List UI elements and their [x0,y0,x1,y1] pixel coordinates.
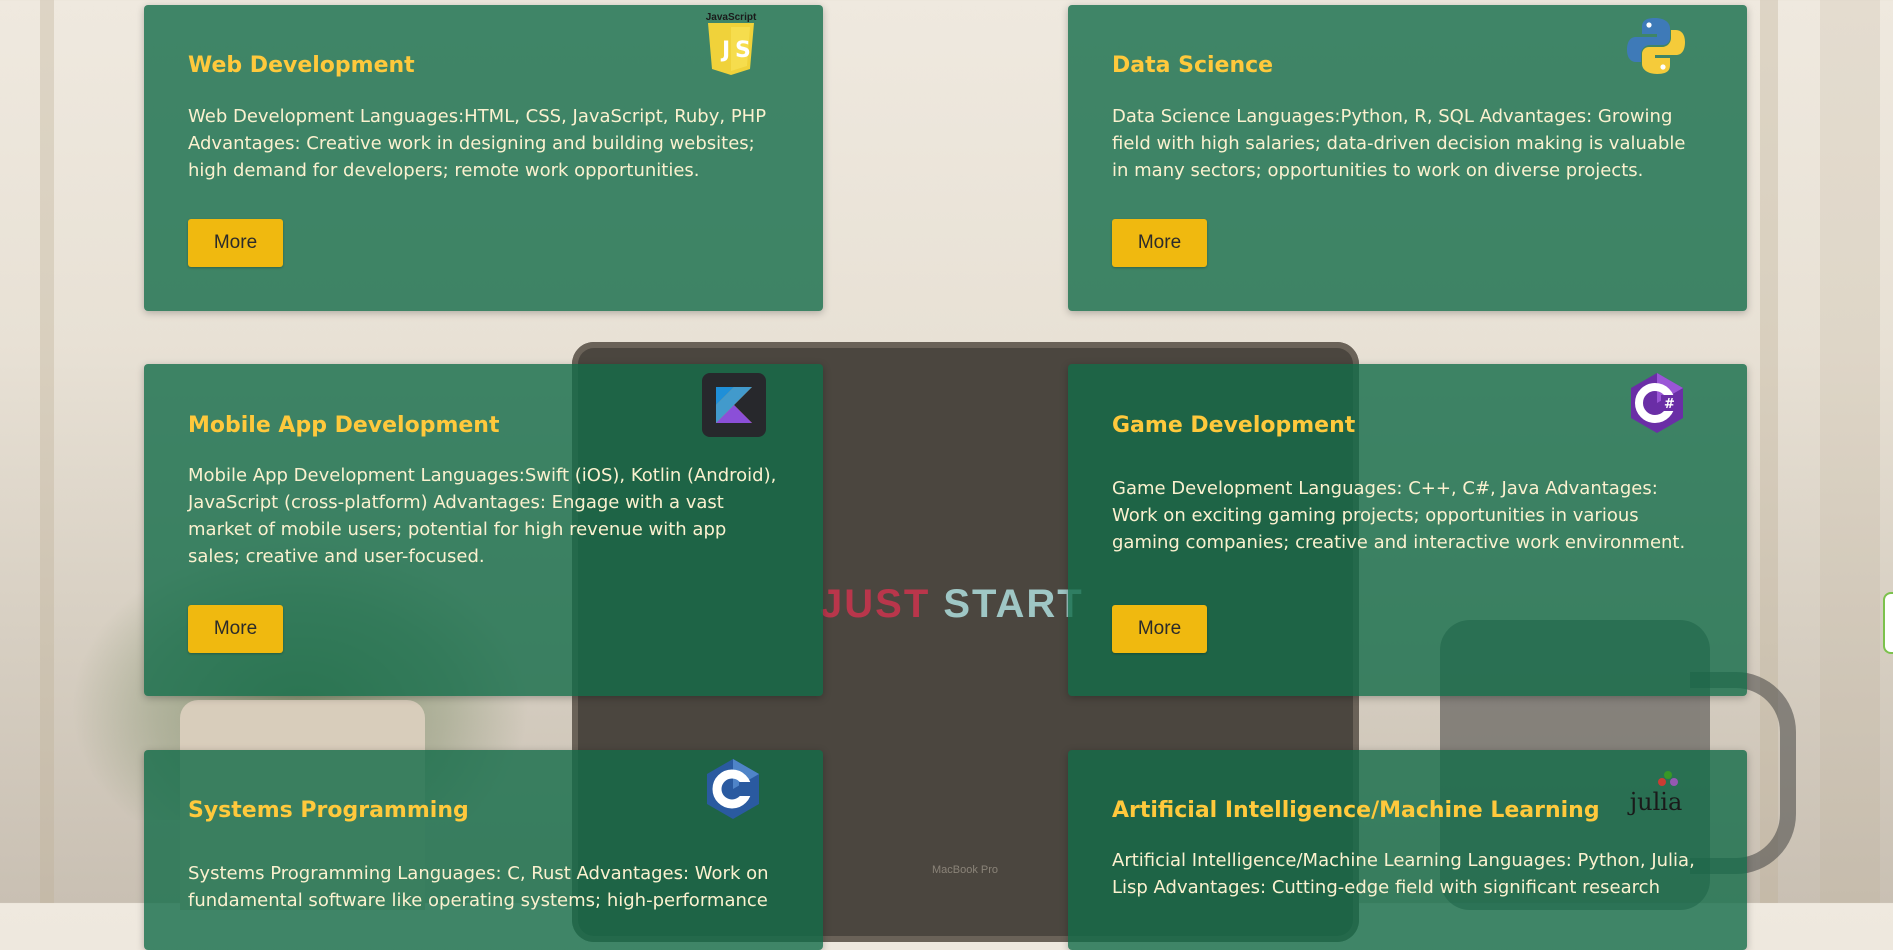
card-description: Mobile App Development Languages:Swift (… [188,465,777,567]
more-button[interactable]: More [188,219,283,267]
background-laptop-label: MacBook Pro [932,864,999,876]
python-icon [1627,18,1685,74]
card-description: Web Development Languages:HTML, CSS, Jav… [188,106,767,181]
background-title: JUST START [820,582,1084,627]
card-web-development: JavaScript J S Web Development Web Devel… [144,5,823,311]
card-mobile-app-development: Mobile App Development Mobile App Develo… [144,364,823,696]
julia-icon: julia [1627,771,1683,816]
background-window-frame [40,0,54,903]
card-data-science: Data Science Data Science Languages:Pyth… [1068,5,1747,311]
javascript-icon: JavaScript J S [706,12,757,75]
card-description: Data Science Languages:Python, R, SQL Ad… [1112,106,1686,181]
card-title: Data Science [1112,53,1274,78]
background-title-word-1: JUST [820,582,931,626]
more-button[interactable]: More [188,605,283,653]
julia-icon-caption: julia [1627,788,1683,816]
kotlin-icon [702,373,766,437]
card-description: Systems Programming Languages: C, Rust A… [188,863,769,911]
csharp-icon-caption: # [1664,397,1675,412]
background-title-word-2: START [943,582,1084,626]
more-button[interactable]: More [1112,219,1207,267]
svg-text:S: S [735,38,751,63]
card-title: Systems Programming [188,798,469,823]
card-description: Game Development Languages: C++, C#, Jav… [1112,478,1686,553]
card-title: Game Development [1112,413,1356,438]
card-artificial-intelligence: julia Artificial Intelligence/Machine Le… [1068,750,1747,950]
card-game-development: # Game Development Game Development Lang… [1068,364,1747,696]
background-curtain [1820,0,1880,903]
card-title: Artificial Intelligence/Machine Learning [1112,798,1600,823]
csharp-icon: # [1631,373,1683,433]
card-description: Artificial Intelligence/Machine Learning… [1112,850,1695,898]
card-title: Web Development [188,53,415,78]
card-systems-programming: Systems Programming Systems Programming … [144,750,823,950]
svg-text:J: J [720,38,730,63]
more-button[interactable]: More [1112,605,1207,653]
javascript-icon-caption: JavaScript [706,12,757,23]
card-title: Mobile App Development [188,413,500,438]
c-language-icon [707,759,759,819]
side-tab[interactable] [1883,592,1893,654]
